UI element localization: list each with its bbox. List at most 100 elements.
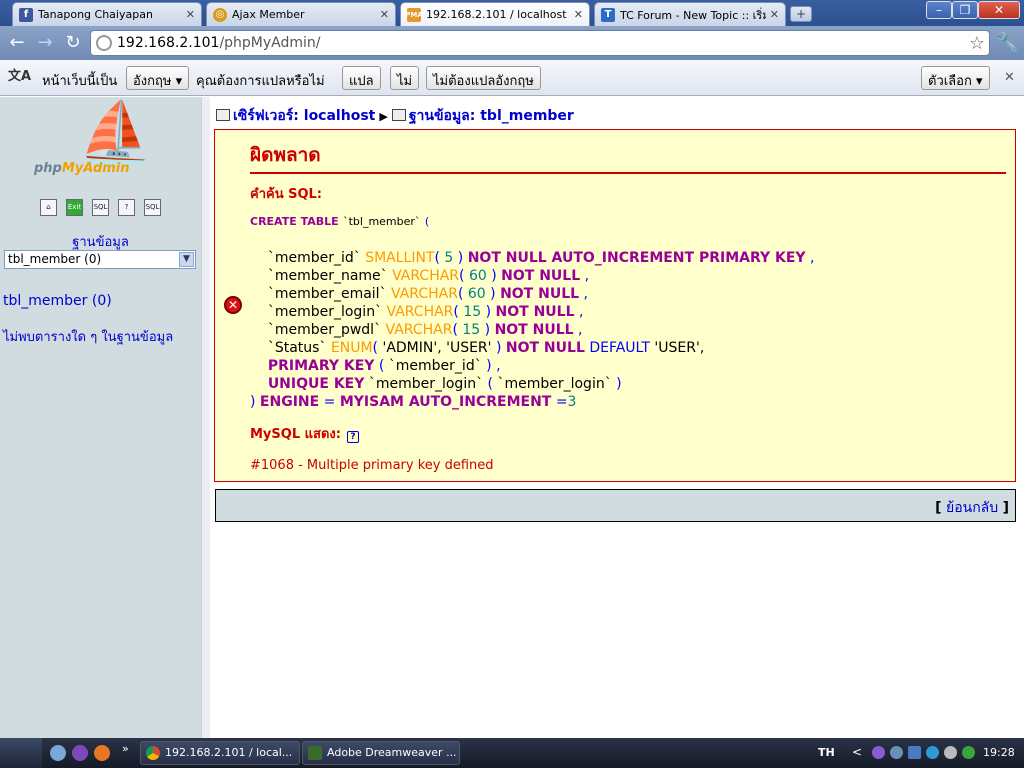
sql-icon[interactable]: SQL — [92, 199, 109, 216]
main-frame: เซิร์ฟเวอร์: localhost ▶ ฐานข้อมูล: tbl_me… — [210, 97, 1024, 738]
ship-logo-icon: ⛵ — [78, 98, 153, 168]
close-icon[interactable]: ✕ — [380, 8, 389, 21]
tab-facebook[interactable]: f Tanapong Chaiyapan ✕ — [12, 2, 202, 26]
url-text[interactable]: 192.168.2.101/phpMyAdmin/ — [117, 35, 321, 51]
taskbar-item-chrome[interactable]: 192.168.2.101 / local... — [140, 741, 300, 765]
bookmark-star-icon[interactable]: ☆ — [969, 33, 985, 54]
chevron-down-icon: ▾ — [975, 74, 983, 89]
tray-user-icon[interactable] — [890, 746, 903, 759]
language-dropdown[interactable]: อังกฤษ ▾ — [126, 66, 190, 90]
no-translate-button[interactable]: ไม่ — [390, 66, 420, 90]
maximize-button[interactable]: ❐ — [952, 1, 978, 19]
language-value: อังกฤษ — [133, 74, 172, 89]
close-icon[interactable]: ✕ — [770, 8, 779, 21]
dreamweaver-icon — [308, 746, 322, 760]
no-tables-message: ไม่พบตารางใด ๆ ในฐานข้อมูล — [3, 330, 174, 345]
url-host: 192.168.2.101 — [117, 35, 220, 51]
tab-ajax-member[interactable]: ◎ Ajax Member ✕ — [206, 2, 396, 26]
mysql-says-label: MySQL แสดง:? — [250, 423, 359, 444]
error-message: #1068 - Multiple primary key defined — [250, 458, 494, 473]
options-label: ตัวเลือก — [928, 74, 972, 89]
back-link-container: [ ย้อนกลับ ] — [935, 500, 1009, 516]
show-desktop-icon[interactable] — [50, 745, 66, 761]
logo-text: phpMyAdmin — [34, 161, 130, 176]
reload-icon[interactable]: ↻ — [62, 32, 84, 54]
docs-icon[interactable]: ? — [118, 199, 135, 216]
forward-arrow-icon[interactable]: → — [34, 32, 56, 54]
bluetooth-icon[interactable] — [926, 746, 939, 759]
phpmyadmin-icon: PMA — [405, 7, 423, 22]
chevron-down-icon: ▾ — [175, 74, 183, 89]
browser-icon[interactable] — [72, 745, 88, 761]
volume-icon[interactable] — [944, 746, 957, 759]
breadcrumb-database[interactable]: ฐานข้อมูล: tbl_member — [409, 108, 574, 124]
close-icon[interactable]: ✕ — [186, 8, 195, 21]
tab-title: TC Forum - New Topic :: เริ่มกร — [620, 8, 766, 22]
quicklaunch-more[interactable]: » — [122, 742, 129, 755]
translate-question: คุณต้องการแปลหรือไม่ — [196, 74, 325, 89]
address-bar[interactable]: 192.168.2.101/phpMyAdmin/ ☆ — [90, 30, 990, 56]
navigation-frame: ⛵ phpMyAdmin ⌂ Exit SQL ? SQL ฐานข้อมูล … — [0, 97, 201, 738]
database-select[interactable]: tbl_member (0) ▼ — [4, 250, 196, 269]
clock: 19:28 — [983, 746, 1015, 759]
database-select-value: tbl_member (0) — [8, 252, 102, 266]
tab-title: 192.168.2.101 / localhost / tbl — [426, 8, 570, 21]
tab-title: Tanapong Chaiyapan — [38, 8, 153, 21]
tray-status-icon[interactable] — [962, 746, 975, 759]
quick-icons: ⌂ Exit SQL ? SQL — [40, 199, 161, 216]
breadcrumb-arrow-icon: ▶ — [379, 110, 388, 123]
minimize-button[interactable]: – — [926, 1, 952, 19]
query-icon[interactable]: SQL — [144, 199, 161, 216]
network-icon[interactable] — [908, 746, 921, 759]
translate-prefix: หน้าเว็บนี้เป็น — [42, 74, 118, 89]
translate-infobar: 文A หน้าเว็บนี้เป็น อังกฤษ ▾ คุณต้องการแป… — [0, 60, 1024, 96]
forum-icon: T — [601, 7, 615, 22]
close-icon[interactable]: ✕ — [1004, 70, 1015, 85]
sql-query-heading: คำค้น SQL: — [250, 187, 323, 202]
chrome-icon — [146, 746, 160, 760]
browser-tab-bar: f Tanapong Chaiyapan ✕ ◎ Ajax Member ✕ P… — [0, 0, 1024, 26]
translate-icon: 文A — [8, 69, 32, 84]
database-label: ฐานข้อมูล — [72, 235, 129, 250]
mysql-says-text: MySQL แสดง: — [250, 427, 341, 442]
error-title: ผิดพลาด — [250, 140, 1006, 174]
tab-title: Ajax Member — [232, 8, 305, 21]
breadcrumb-server[interactable]: เซิร์ฟเวอร์: localhost — [233, 108, 375, 124]
database-link[interactable]: tbl_member (0) — [3, 293, 112, 309]
database-icon — [391, 109, 406, 121]
back-bar: [ ย้อนกลับ ] — [215, 489, 1016, 522]
taskbar-item-label: 192.168.2.101 / local... — [165, 746, 293, 759]
back-link[interactable]: ย้อนกลับ — [946, 500, 998, 516]
help-icon[interactable]: ? — [346, 431, 359, 443]
facebook-icon: f — [19, 7, 33, 22]
tab-phpmyadmin[interactable]: PMA 192.168.2.101 / localhost / tbl ✕ — [400, 2, 590, 26]
firefox-icon[interactable] — [94, 745, 110, 761]
tab-tc-forum[interactable]: T TC Forum - New Topic :: เริ่มกร ✕ — [594, 2, 786, 26]
tray-app-icon[interactable] — [872, 746, 885, 759]
page-info-icon[interactable] — [96, 35, 112, 51]
globe-icon: ◎ — [213, 7, 227, 22]
frame-divider[interactable] — [201, 97, 210, 738]
taskbar-item-label: Adobe Dreamweaver ... — [327, 746, 457, 759]
breadcrumb: เซิร์ฟเวอร์: localhost ▶ ฐานข้อมูล: tbl_me… — [216, 105, 574, 127]
options-dropdown[interactable]: ตัวเลือก ▾ — [921, 66, 990, 90]
back-arrow-icon[interactable]: ← — [6, 32, 28, 54]
exit-icon[interactable]: Exit — [66, 199, 83, 216]
close-icon[interactable]: ✕ — [574, 8, 583, 21]
start-button[interactable] — [0, 738, 42, 768]
error-icon: ✕ — [224, 296, 242, 314]
tray-expand-icon[interactable]: < — [852, 745, 862, 759]
browser-toolbar: ← → ↻ 192.168.2.101/phpMyAdmin/ ☆ 🔧 — [0, 26, 1024, 60]
url-path: /phpMyAdmin/ — [219, 35, 321, 51]
taskbar: » 192.168.2.101 / local... Adobe Dreamwe… — [0, 738, 1024, 768]
home-icon[interactable]: ⌂ — [40, 199, 57, 216]
chevron-down-icon[interactable]: ▼ — [179, 252, 194, 267]
taskbar-item-dreamweaver[interactable]: Adobe Dreamweaver ... — [302, 741, 460, 765]
window-close-button[interactable]: ✕ — [978, 1, 1020, 19]
translate-button[interactable]: แปล — [342, 66, 381, 90]
never-translate-button[interactable]: ไม่ต้องแปลอังกฤษ — [426, 66, 541, 90]
new-tab-button[interactable]: + — [790, 6, 812, 22]
phpmyadmin-logo[interactable]: ⛵ phpMyAdmin — [34, 103, 174, 183]
wrench-icon[interactable]: 🔧 — [996, 32, 1018, 53]
language-indicator[interactable]: TH — [818, 746, 835, 759]
